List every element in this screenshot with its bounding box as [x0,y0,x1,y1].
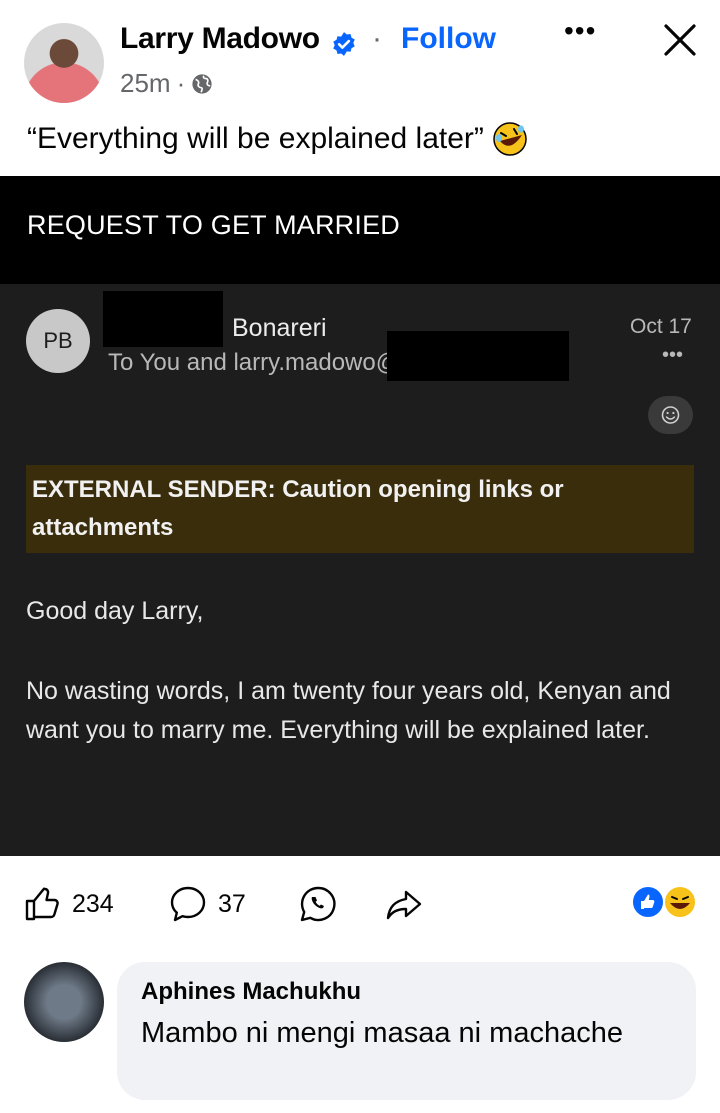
comment-button[interactable]: 37 [168,884,246,924]
comment-author[interactable]: Aphines Machukhu [141,978,361,1006]
reaction-summary[interactable] [630,884,700,920]
header-separator: · [372,22,382,55]
email-react-button [648,396,693,434]
author-name[interactable]: Larry Madowo [120,22,320,56]
email-greeting: Good day Larry, [26,597,204,625]
post-timestamp[interactable]: 25m [120,68,171,99]
share-icon [386,890,422,920]
meta-separator: · [176,68,186,98]
redaction-bar [387,331,569,381]
post-meta: 25m · [120,68,213,99]
more-options-button[interactable]: ••• [564,17,608,52]
globe-icon [192,73,212,94]
close-icon[interactable] [660,20,700,60]
post-caption: “Everything will be explained later” [27,121,528,157]
verified-badge-icon [333,32,355,56]
external-sender-warning: EXTERNAL SENDER: Caution opening links o… [26,465,694,553]
like-button[interactable]: 234 [22,884,114,924]
thumbs-up-icon [25,887,59,921]
comment-count: 37 [218,889,246,918]
rolling-laughing-emoji-icon [493,122,527,156]
sender-avatar: PB [26,309,90,373]
recipient-line: To You and larry.madowo@ [108,349,401,376]
follow-button[interactable]: Follow [401,22,496,56]
email-body: No wasting words, I am twenty four years… [26,677,671,744]
redaction-bar [103,291,223,347]
email-date: Oct 17 [630,315,692,338]
commenter-avatar[interactable] [24,962,104,1042]
comment-icon [170,886,206,922]
whatsapp-share-button[interactable] [298,884,338,924]
post-header: Larry Madowo · Follow ••• 25m · [0,0,720,110]
like-count: 234 [72,889,114,918]
comment-bubble: Aphines Machukhu Mambo ni mengi masaa ni… [117,962,696,1100]
email-content: PB Bonareri To You and larry.madowo@ Oct… [0,176,720,856]
post-action-bar: 234 37 [0,866,720,936]
caption-text: “Everything will be explained later” [27,122,484,155]
author-avatar[interactable] [24,23,104,103]
share-button[interactable] [384,884,424,924]
comment-text: Mambo ni mengi masaa ni machache [141,1017,623,1049]
whatsapp-icon [300,886,336,922]
email-more-icon: ••• [662,344,684,366]
sender-name: Bonareri [232,314,327,342]
smiley-icon [661,406,680,424]
